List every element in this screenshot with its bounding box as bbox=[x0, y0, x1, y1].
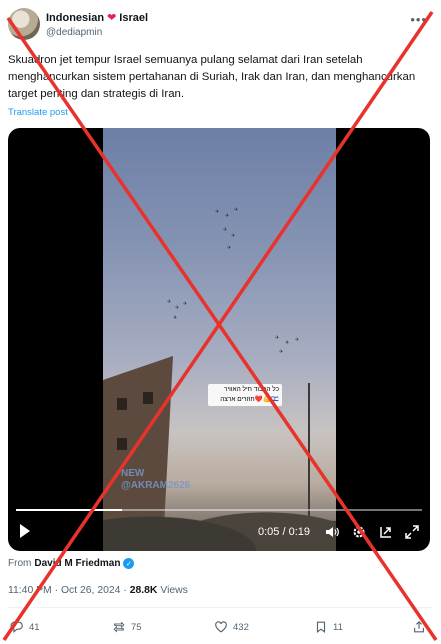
share-button[interactable] bbox=[412, 620, 426, 634]
tweet-text: Skuadron jet tempur Israel semuanya pula… bbox=[8, 54, 416, 100]
reply-count: 41 bbox=[29, 621, 40, 633]
tweet-meta: 11:40 PM · Oct 26, 2024 · 28.8K Views bbox=[8, 585, 188, 596]
verified-badge-icon: ✓ bbox=[123, 558, 135, 569]
settings-icon[interactable] bbox=[350, 523, 368, 541]
view-count: 28.8K bbox=[129, 585, 158, 596]
views-label: Views bbox=[160, 585, 188, 596]
bookmark-icon bbox=[316, 621, 326, 633]
reply-button[interactable]: 41 bbox=[10, 620, 40, 634]
video-source: From David M Friedman ✓ bbox=[8, 558, 135, 569]
author-name[interactable]: Indonesian ❤ Israel bbox=[46, 11, 149, 25]
source-name[interactable]: David M Friedman bbox=[34, 558, 120, 569]
divider bbox=[8, 607, 433, 608]
like-button[interactable]: 432 bbox=[214, 620, 249, 634]
reply-icon bbox=[10, 621, 23, 634]
play-icon[interactable] bbox=[20, 524, 30, 538]
video-progress-fill bbox=[16, 509, 122, 511]
picture-in-picture-icon[interactable] bbox=[377, 523, 395, 541]
author-handle[interactable]: @dediapmin bbox=[46, 27, 102, 38]
heart-icon: ❤ bbox=[107, 12, 117, 24]
bookmark-count: 11 bbox=[333, 621, 343, 633]
translate-link[interactable]: Translate post bbox=[8, 107, 68, 118]
video-controls: 0:05 / 0:19 bbox=[8, 515, 430, 551]
bookmark-button[interactable]: 11 bbox=[314, 620, 343, 634]
tweet-date[interactable]: Oct 26, 2024 bbox=[61, 585, 121, 596]
more-options-icon[interactable]: ••• bbox=[410, 12, 427, 27]
video-watermark: NEW @AKRAM2626 bbox=[121, 468, 190, 492]
author-name-part1: Indonesian bbox=[46, 11, 105, 24]
overlay-line-1: כל הכבוד חיל האוויר bbox=[223, 386, 279, 393]
volume-icon[interactable] bbox=[323, 523, 341, 541]
author-name-part2: Israel bbox=[119, 11, 149, 24]
share-icon bbox=[414, 620, 424, 633]
source-prefix: From bbox=[8, 558, 32, 569]
video-time: 0:05 / 0:19 bbox=[258, 526, 310, 538]
video-progress-bar[interactable] bbox=[16, 509, 422, 511]
like-count: 432 bbox=[233, 621, 249, 633]
watermark-line-2: @AKRAM2626 bbox=[121, 480, 191, 491]
repost-count: 75 bbox=[131, 621, 142, 633]
repost-button[interactable]: 75 bbox=[112, 620, 142, 634]
video-caption-overlay: כל הכבוד חיל האוויר חוזרים ארצה❤️💪🇮🇱 bbox=[208, 384, 282, 406]
action-bar: 41 75 432 11 bbox=[0, 612, 441, 642]
fullscreen-icon[interactable] bbox=[403, 523, 421, 541]
repost-icon bbox=[113, 621, 125, 633]
like-icon bbox=[215, 621, 227, 633]
watermark-line-1: NEW bbox=[121, 468, 145, 479]
tweet-header: Indonesian ❤ Israel @dediapmin ••• bbox=[8, 8, 433, 44]
tweet-time[interactable]: 11:40 PM bbox=[8, 585, 52, 596]
video-player[interactable]: ✈ ✈ ✈ ✈ ✈ ✈ ✈ ✈ ✈ ✈ ✈ ✈ ✈ ✈ כל הכבוד חיל האוויר חו… bbox=[8, 128, 430, 551]
avatar[interactable] bbox=[8, 8, 40, 40]
video-frame[interactable]: ✈ ✈ ✈ ✈ ✈ ✈ ✈ ✈ ✈ ✈ ✈ ✈ ✈ ✈ כל הכבוד חיל האוויר חו… bbox=[103, 128, 336, 551]
overlay-line-2: חוזרים ארצה❤️💪🇮🇱 bbox=[220, 396, 279, 403]
